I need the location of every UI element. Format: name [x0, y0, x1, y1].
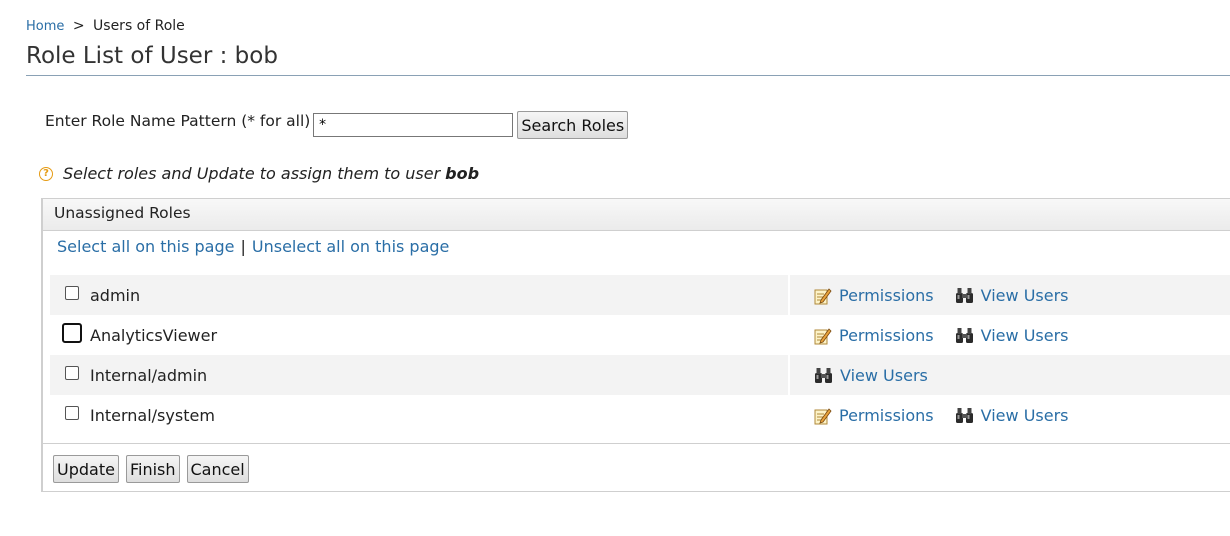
unassigned-roles-panel: Unassigned Roles Select all on this page… [41, 198, 1230, 492]
breadcrumb-separator: > [72, 18, 85, 34]
view-users-link[interactable]: View Users [955, 406, 1069, 425]
role-name: Internal/system [90, 405, 215, 425]
binoculars-icon [955, 327, 973, 343]
role-actions: Permissions View Users [790, 326, 1090, 345]
role-row: Internal/system Permissions View Users [50, 395, 1230, 435]
view-users-label: View Users [980, 325, 1069, 345]
role-checkbox[interactable] [65, 366, 79, 380]
page-title: Role List of User : bob [26, 43, 278, 69]
role-name-cell: Internal/system [50, 395, 790, 435]
role-row: AnalyticsViewer Permissions View Users [50, 315, 1230, 355]
view-users-label: View Users [980, 405, 1069, 425]
selection-links: Select all on this page | Unselect all on … [57, 237, 449, 256]
breadcrumb: Home > Users of Role [26, 18, 185, 34]
view-users-link[interactable]: View Users [955, 326, 1069, 345]
role-pattern-label: Enter Role Name Pattern (* for all) [45, 111, 311, 130]
finish-button[interactable]: Finish [125, 455, 180, 483]
permissions-label: Permissions [839, 325, 934, 345]
assign-hint: ? Select roles and Update to assign them… [39, 164, 479, 183]
role-name: Internal/admin [90, 365, 208, 385]
edit-note-icon [814, 328, 832, 345]
hint-text: Select roles and Update to assign them t… [63, 164, 441, 183]
role-row: admin Permissions View Users [50, 275, 1230, 315]
permissions-link[interactable]: Permissions [814, 326, 934, 345]
title-divider [26, 75, 1230, 76]
binoculars-icon [815, 367, 832, 383]
update-button[interactable]: Update [53, 455, 119, 483]
role-checkbox[interactable] [65, 286, 79, 300]
view-users-label: View Users [980, 285, 1069, 305]
search-row: Enter Role Name Pattern (* for all) Sear… [45, 108, 629, 139]
permissions-link[interactable]: Permissions [814, 406, 934, 425]
role-actions: Permissions View Users [790, 286, 1090, 305]
cancel-button[interactable]: Cancel [186, 455, 249, 483]
action-buttons: Update Finish Cancel [53, 455, 249, 483]
panel-footer: Update Finish Cancel [43, 443, 1230, 483]
edit-note-icon [814, 288, 832, 305]
view-users-link[interactable]: View Users [814, 366, 928, 385]
link-separator: | [240, 237, 246, 256]
search-roles-button[interactable]: Search Roles [517, 111, 629, 139]
role-name-cell: Internal/admin [50, 355, 790, 395]
role-name-cell: admin [50, 275, 790, 315]
view-users-label: View Users [840, 365, 928, 385]
binoculars-icon [955, 287, 973, 303]
permissions-link[interactable]: Permissions [814, 286, 934, 305]
panel-header: Unassigned Roles [43, 199, 1230, 231]
select-all-link[interactable]: Select all on this page [57, 237, 234, 256]
breadcrumb-current: Users of Role [93, 18, 185, 34]
unselect-all-link[interactable]: Unselect all on this page [252, 237, 450, 256]
role-actions: Permissions View Users [790, 406, 1090, 425]
permissions-label: Permissions [839, 405, 934, 425]
role-name-cell: AnalyticsViewer [50, 315, 790, 355]
role-actions: View Users [790, 366, 949, 385]
role-name: admin [90, 285, 141, 305]
question-circle-icon: ? [39, 166, 53, 181]
role-name: AnalyticsViewer [90, 325, 218, 345]
roles-list: admin Permissions View Users AnalyticsVi… [50, 275, 1230, 435]
view-users-link[interactable]: View Users [955, 286, 1069, 305]
role-row: Internal/admin View Users [50, 355, 1230, 395]
role-checkbox[interactable] [65, 406, 79, 420]
binoculars-icon [955, 407, 973, 423]
permissions-label: Permissions [839, 285, 934, 305]
role-checkbox-checked[interactable] [62, 323, 82, 343]
hint-user: bob [445, 164, 480, 183]
breadcrumb-home-link[interactable]: Home [26, 19, 64, 34]
role-pattern-input[interactable] [313, 113, 514, 137]
edit-note-icon [814, 408, 832, 425]
